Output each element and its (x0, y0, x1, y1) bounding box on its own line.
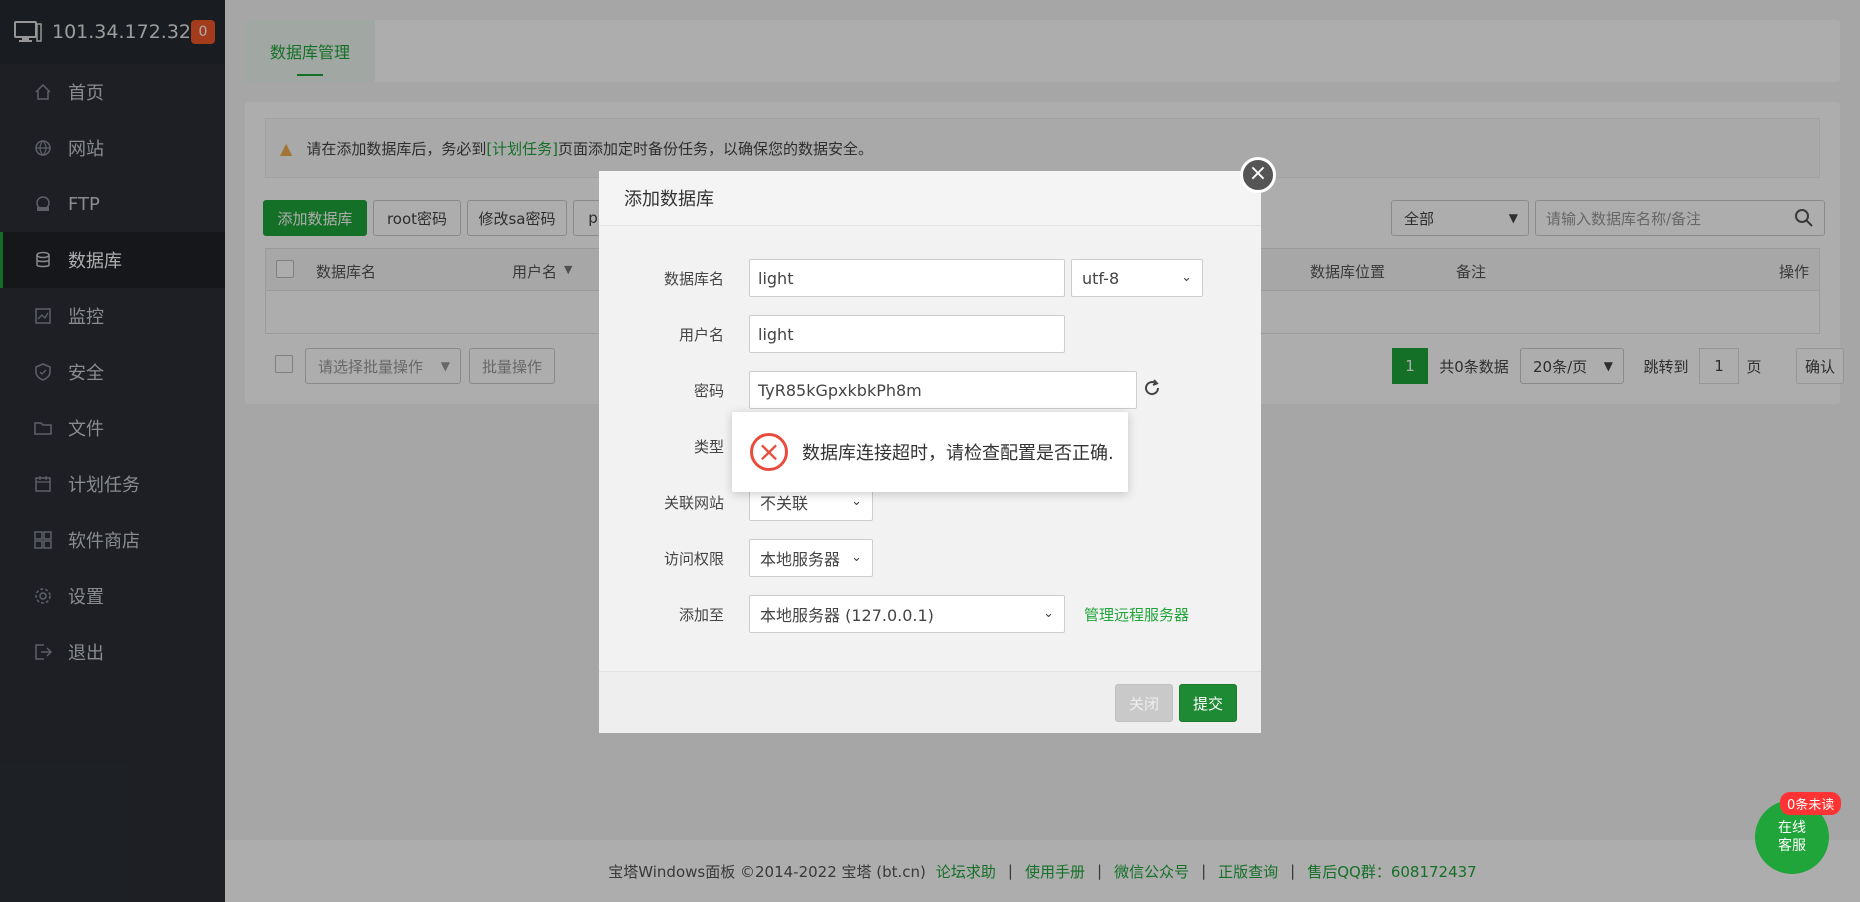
access-label: 访问权限 (663, 550, 724, 568)
dbname-label: 数据库名 (663, 270, 724, 288)
chevron-down-icon: ⌄ (1043, 606, 1054, 621)
row-access: 访问权限 本地服务器 ⌄ (599, 539, 1261, 577)
addto-select[interactable]: 本地服务器 (127.0.0.1) ⌄ (749, 595, 1065, 633)
close-button[interactable]: 关闭 (1115, 684, 1173, 722)
support-label: 在线 客服 (1778, 819, 1806, 855)
charset-value: utf-8 (1082, 268, 1120, 288)
dialog-close-icon[interactable]: × (1240, 157, 1276, 193)
charset-select[interactable]: utf-8 ⌄ (1071, 259, 1203, 297)
site-label: 关联网站 (663, 494, 724, 512)
error-message: 数据库连接超时，请检查配置是否正确. (802, 443, 1114, 464)
addto-label: 添加至 (678, 606, 724, 624)
row-username: 用户名 light (599, 315, 1261, 353)
submit-button[interactable]: 提交 (1179, 684, 1237, 722)
type-label: 类型 (693, 438, 724, 456)
support-label-line1: 在线 (1778, 820, 1806, 836)
dbname-input[interactable]: light (749, 259, 1065, 297)
manage-remote-link[interactable]: 管理远程服务器 (1084, 604, 1189, 625)
addto-value: 本地服务器 (127.0.0.1) (760, 606, 934, 625)
access-value: 本地服务器 (760, 550, 841, 569)
site-value: 不关联 (760, 494, 809, 513)
row-password: 密码 TyR85kGpxkbkPh8m (599, 371, 1261, 409)
refresh-icon[interactable] (1143, 379, 1161, 401)
password-input[interactable]: TyR85kGpxkbkPh8m (749, 371, 1137, 409)
row-addto: 添加至 本地服务器 (127.0.0.1) ⌄ 管理远程服务器 (599, 595, 1261, 633)
chevron-down-icon: ⌄ (851, 494, 862, 509)
access-select[interactable]: 本地服务器 ⌄ (749, 539, 873, 577)
username-input[interactable]: light (749, 315, 1065, 353)
dialog-title: 添加数据库 (599, 171, 1261, 226)
username-label: 用户名 (678, 326, 724, 344)
dialog-footer: 关闭 提交 (599, 671, 1261, 733)
error-x-icon: × (750, 433, 788, 471)
chevron-down-icon: ⌄ (851, 550, 862, 565)
password-label: 密码 (693, 382, 724, 400)
chevron-down-icon: ⌄ (1181, 270, 1192, 285)
unread-badge: 0条未读 (1780, 792, 1842, 815)
row-dbname: 数据库名 light utf-8 ⌄ (599, 259, 1261, 297)
error-toast: × 数据库连接超时，请检查配置是否正确. (732, 412, 1128, 492)
support-label-line2: 客服 (1778, 838, 1806, 854)
